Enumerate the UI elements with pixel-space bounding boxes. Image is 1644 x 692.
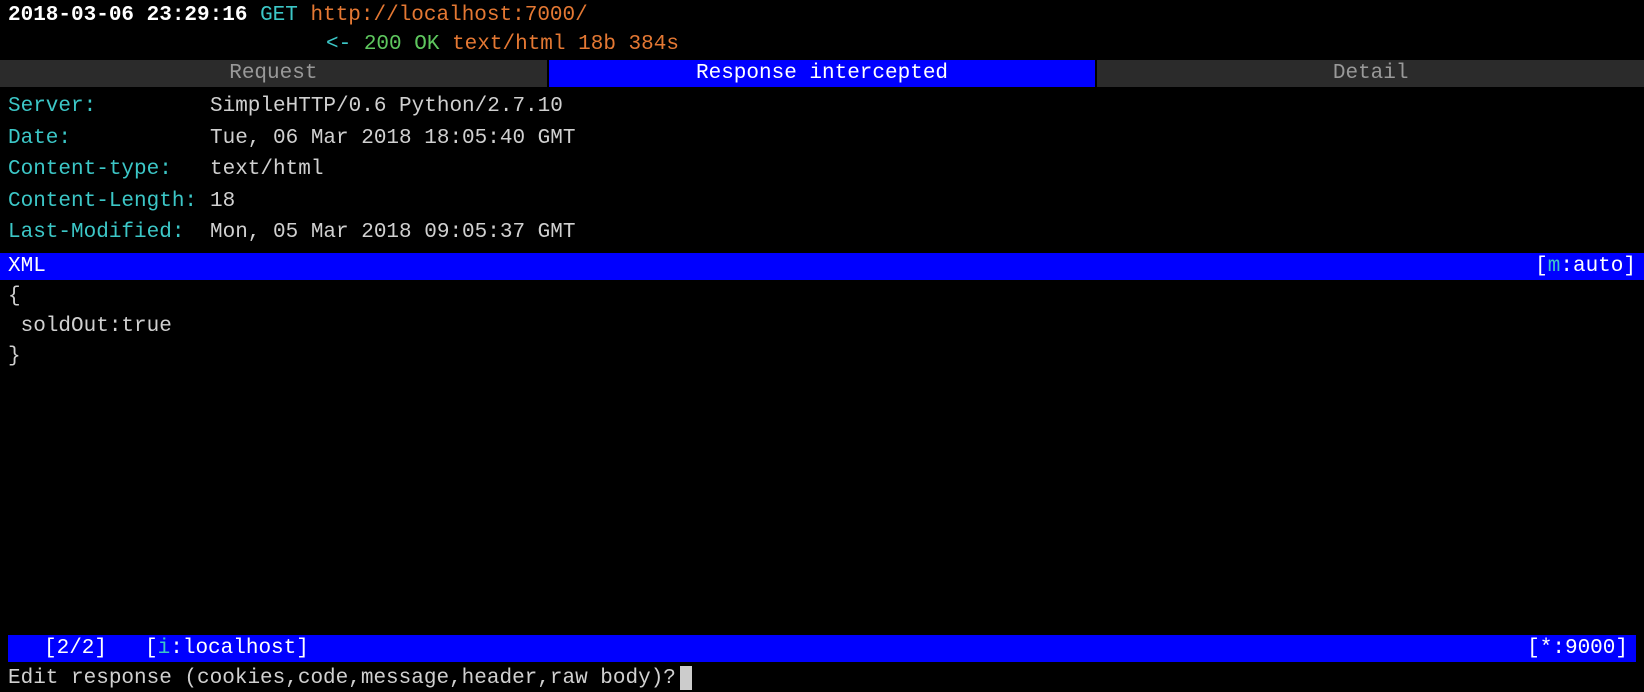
flow-count: [2/2] <box>44 637 107 660</box>
header-key: Content-Length: <box>8 186 210 218</box>
header-row: Content-type: text/html <box>8 154 1636 186</box>
response-body[interactable]: { soldOut:true } <box>0 280 1644 375</box>
header-value: text/html <box>210 154 323 186</box>
response-size: 18b <box>578 33 616 56</box>
filter-indicator: [i:localhost] <box>145 637 309 660</box>
http-method: GET <box>260 4 298 27</box>
header-key: Content-type: <box>8 154 210 186</box>
response-headers: Server: SimpleHTTP/0.6 Python/2.7.10 Dat… <box>0 87 1644 253</box>
tab-response[interactable]: Response intercepted <box>549 60 1096 87</box>
request-url: http://localhost:7000/ <box>310 4 587 27</box>
request-line: 2018-03-06 23:29:16 GET http://localhost… <box>0 0 1644 31</box>
prompt-line[interactable]: Edit response (cookies,code,message,head… <box>8 666 692 690</box>
body-type-bar: XML [m:auto] <box>0 253 1644 280</box>
header-value: SimpleHTTP/0.6 Python/2.7.10 <box>210 91 563 123</box>
header-value: 18 <box>210 186 235 218</box>
port-indicator: [*:9000] <box>1527 637 1628 660</box>
tab-request[interactable]: Request <box>0 60 547 87</box>
response-duration: 384s <box>629 33 679 56</box>
status-code: 200 <box>364 33 402 56</box>
timestamp: 2018-03-06 23:29:16 <box>8 4 247 27</box>
header-key: Last-Modified: <box>8 217 210 249</box>
prompt-text: Edit response (cookies,code,message,head… <box>8 667 676 690</box>
tabs-bar: Request Response intercepted Detail <box>0 60 1644 87</box>
mode-indicator[interactable]: [m:auto] <box>1535 255 1636 278</box>
header-row: Last-Modified: Mon, 05 Mar 2018 09:05:37… <box>8 217 1636 249</box>
cursor-icon <box>680 666 692 690</box>
header-row: Date: Tue, 06 Mar 2018 18:05:40 GMT <box>8 123 1636 155</box>
response-line: <- 200 OK text/html 18b 384s <box>0 31 1644 58</box>
content-type: text/html <box>452 33 565 56</box>
response-arrow: <- <box>326 33 351 56</box>
header-value: Tue, 06 Mar 2018 18:05:40 GMT <box>210 123 575 155</box>
status-bar: [2/2] [i:localhost] [*:9000] <box>8 635 1636 662</box>
header-row: Content-Length: 18 <box>8 186 1636 218</box>
header-key: Date: <box>8 123 210 155</box>
tab-detail[interactable]: Detail <box>1097 60 1644 87</box>
header-row: Server: SimpleHTTP/0.6 Python/2.7.10 <box>8 91 1636 123</box>
header-key: Server: <box>8 91 210 123</box>
body-type-label: XML <box>8 255 46 278</box>
header-value: Mon, 05 Mar 2018 09:05:37 GMT <box>210 217 575 249</box>
status-text: OK <box>414 33 439 56</box>
